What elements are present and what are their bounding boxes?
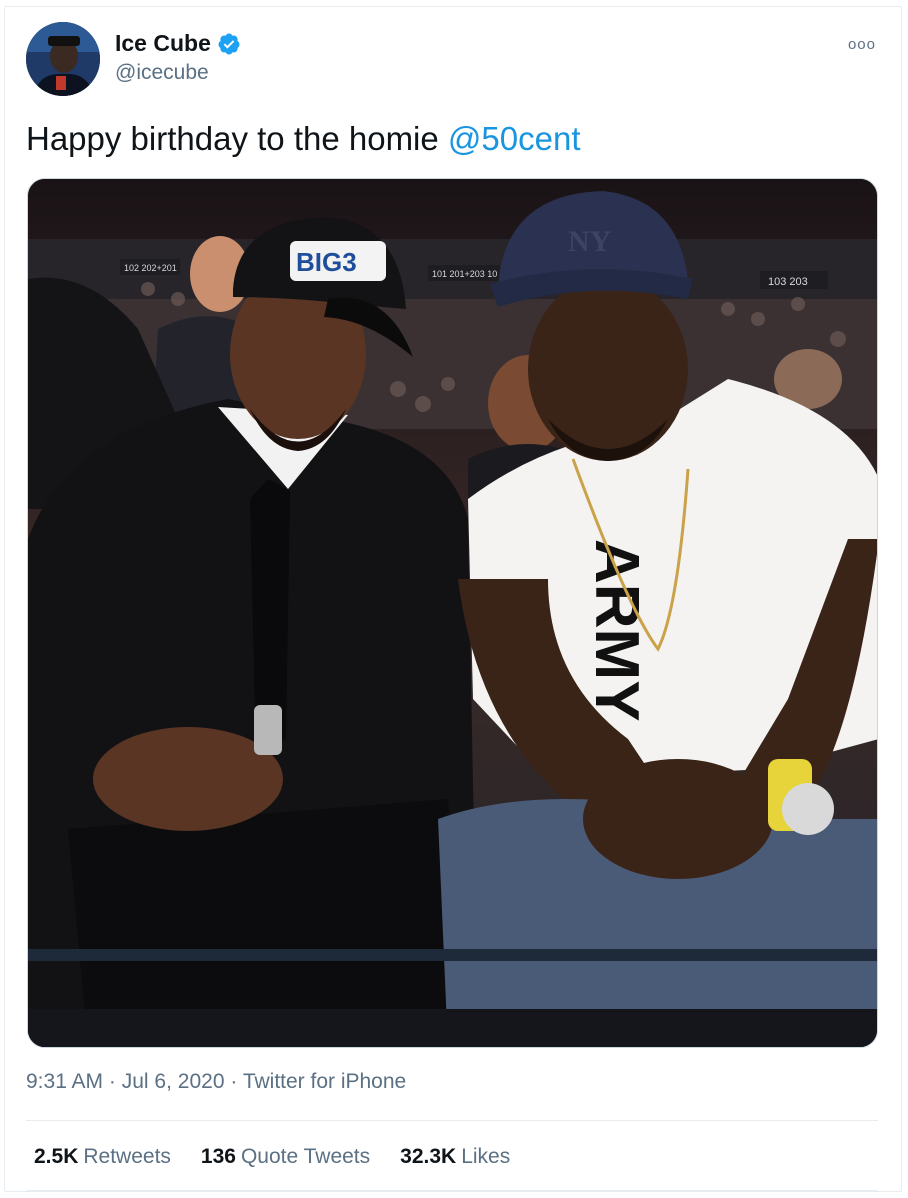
cap-logo-text: BIG3 <box>296 247 357 277</box>
tweet-date[interactable]: Jul 6, 2020 <box>122 1070 225 1093</box>
retweets-label: Retweets <box>83 1145 171 1168</box>
tweet-photo[interactable]: 102 202+201 101 201+203 10 103 203 BIG3 <box>27 178 878 1048</box>
tweet-stats: 2.5K Retweets 136 Quote Tweets 32.3K Likes <box>34 1145 510 1169</box>
tweet-text: Happy birthday to the homie @50cent <box>26 120 581 158</box>
author-avatar[interactable] <box>26 22 100 96</box>
divider-top <box>26 1120 878 1121</box>
author-handle[interactable]: @icecube <box>115 61 209 85</box>
cap-ny-text: NY <box>568 225 612 258</box>
meta-separator-2: · <box>230 1070 238 1093</box>
section-sign-3: 103 203 <box>768 276 808 288</box>
tweet-source[interactable]: Twitter for iPhone <box>243 1070 406 1093</box>
quotes-count: 136 <box>200 1145 236 1168</box>
retweets-count: 2.5K <box>34 1145 79 1168</box>
section-sign-1: 102 202+201 <box>124 263 177 273</box>
mention-link[interactable]: @50cent <box>448 120 581 157</box>
likes-count: 32.3K <box>400 1145 457 1168</box>
photo-illustration: 102 202+201 101 201+203 10 103 203 BIG3 <box>28 179 877 1047</box>
tweet-text-body: Happy birthday to the homie <box>26 120 448 157</box>
avatar-image <box>26 22 100 96</box>
section-sign-2: 101 201+203 10 <box>432 269 497 279</box>
quotes-label: Quote Tweets <box>240 1145 371 1168</box>
likes-label: Likes <box>461 1145 511 1168</box>
quote-tweets-stat[interactable]: 136 Quote Tweets <box>201 1145 370 1169</box>
tweet-time[interactable]: 9:31 AM <box>26 1070 103 1093</box>
verified-badge-icon <box>218 33 240 54</box>
tweet-meta: 9:31 AM · Jul 6, 2020 · Twitter for iPho… <box>26 1070 406 1094</box>
divider-bottom <box>26 1190 878 1191</box>
retweets-stat[interactable]: 2.5K Retweets <box>34 1145 171 1169</box>
likes-stat[interactable]: 32.3K Likes <box>400 1145 510 1169</box>
more-options-icon[interactable]: ooo <box>848 36 876 53</box>
author-name-row[interactable]: Ice Cube <box>115 30 241 57</box>
author-name[interactable]: Ice Cube <box>115 30 211 57</box>
meta-separator-1: · <box>108 1070 116 1093</box>
